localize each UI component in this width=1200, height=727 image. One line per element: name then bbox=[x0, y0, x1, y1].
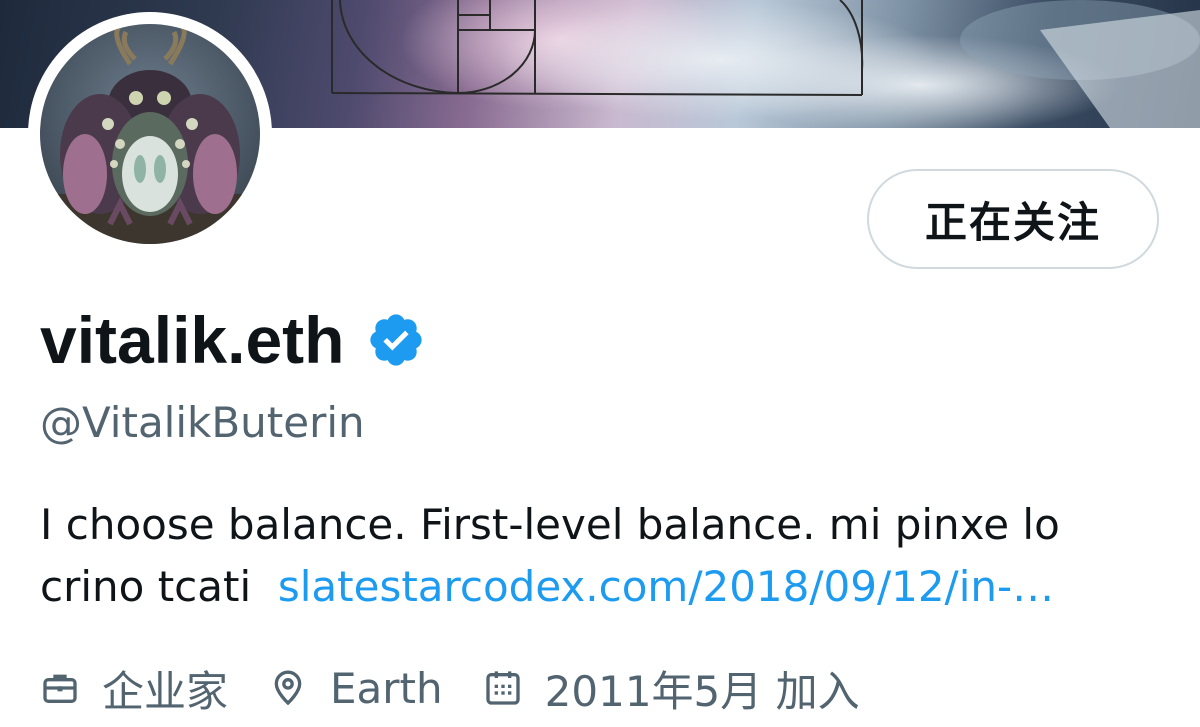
profile-name-row: vitalik.eth bbox=[40, 300, 426, 380]
bio-line-2: crino tcati slatestarcodex.com/2018/09/1… bbox=[40, 556, 1160, 618]
verified-badge-icon[interactable] bbox=[366, 310, 426, 370]
bio-text: crino tcati bbox=[40, 562, 252, 611]
briefcase-icon bbox=[40, 668, 80, 708]
profile-meta-row: 企业家 Earth 2011年5月 加入 bbox=[40, 658, 900, 718]
location-label: Earth bbox=[330, 663, 443, 713]
joined-item: 2011年5月 加入 bbox=[483, 658, 860, 719]
joined-date-label: 2011年5月 加入 bbox=[544, 666, 860, 716]
profile-page: 正在关注 vitalik.eth @VitalikButerin I choos… bbox=[0, 0, 1200, 727]
bio-line-1: I choose balance. First-level balance. m… bbox=[40, 500, 1060, 549]
bio-link[interactable]: slatestarcodex.com/2018/09/12/in-… bbox=[278, 562, 1054, 611]
profile-bio: I choose balance. First-level balance. m… bbox=[40, 494, 1160, 618]
location-pin-icon bbox=[268, 668, 308, 708]
following-button-label: 正在关注 bbox=[924, 197, 1101, 247]
calendar-icon bbox=[483, 668, 523, 708]
user-handle: @VitalikButerin bbox=[40, 398, 365, 447]
profession-label: 企业家 bbox=[102, 666, 229, 716]
profession-item: 企业家 bbox=[40, 658, 228, 719]
avatar[interactable] bbox=[40, 24, 260, 244]
following-button[interactable]: 正在关注 bbox=[867, 169, 1159, 269]
avatar-owl-creature-image bbox=[40, 24, 260, 244]
display-name: vitalik.eth bbox=[40, 303, 345, 377]
location-item: Earth bbox=[268, 664, 443, 713]
